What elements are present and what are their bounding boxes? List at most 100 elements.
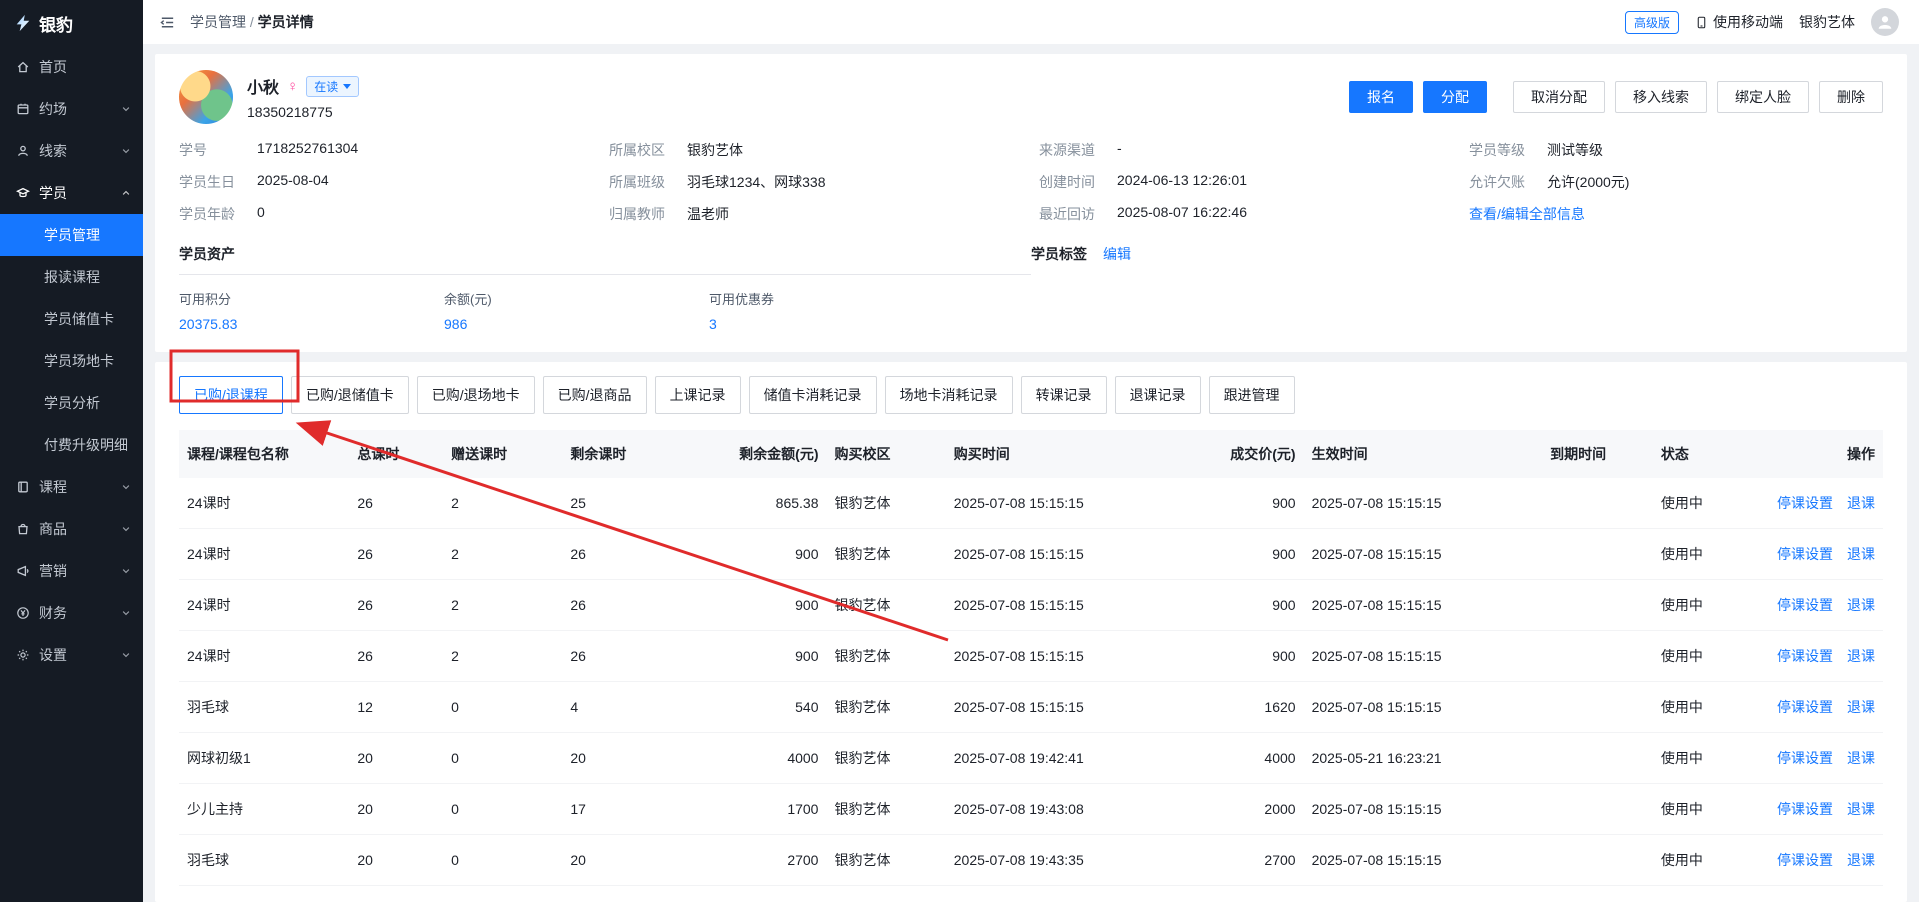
- refund-course-link[interactable]: 退课: [1847, 495, 1875, 511]
- sidebar-item-home[interactable]: 首页: [0, 46, 143, 88]
- tab-class-records[interactable]: 上课记录: [655, 376, 741, 414]
- refund-course-link[interactable]: 退课: [1847, 750, 1875, 766]
- cell-purchase-time: 2025-07-08 15:15:15: [946, 529, 1176, 580]
- cell-price: 2700: [1176, 835, 1304, 886]
- refund-course-link[interactable]: 退课: [1847, 597, 1875, 613]
- breadcrumb: 学员管理 / 学员详情: [190, 12, 314, 32]
- refund-course-link[interactable]: 退课: [1847, 699, 1875, 715]
- view-edit-all-link[interactable]: 查看/编辑全部信息: [1469, 204, 1585, 224]
- sidebar-item-courses[interactable]: 课程: [0, 466, 143, 508]
- tab-products[interactable]: 已购/退商品: [543, 376, 647, 414]
- table-row: 羽毛球 20 0 20 2700 银豹艺体 2025-07-08 19:43:3…: [179, 835, 1883, 886]
- assign-button[interactable]: 分配: [1423, 81, 1487, 113]
- tab-follow-up[interactable]: 跟进管理: [1209, 376, 1295, 414]
- bind-face-button[interactable]: 绑定人脸: [1717, 81, 1809, 113]
- cell-total-hours: 26: [349, 580, 443, 631]
- sidebar-item-marketing[interactable]: 营销: [0, 550, 143, 592]
- col-remaining-amount: 剩余金额(元): [699, 430, 827, 478]
- sidebar-item-label: 财务: [39, 603, 67, 623]
- use-mobile-button[interactable]: 使用移动端: [1695, 12, 1783, 32]
- refund-course-link[interactable]: 退课: [1847, 546, 1875, 562]
- tab-venue-cards[interactable]: 已购/退场地卡: [417, 376, 535, 414]
- delete-button[interactable]: 删除: [1819, 81, 1883, 113]
- records-tabs: 已购/退课程 已购/退储值卡 已购/退场地卡 已购/退商品 上课记录 储值卡消耗…: [179, 376, 1883, 414]
- cell-expire-time: [1542, 835, 1653, 886]
- tab-purchased-courses[interactable]: 已购/退课程: [179, 376, 283, 414]
- sidebar-item-student-venue-card[interactable]: 学员场地卡: [0, 340, 143, 382]
- table-row: 网球初级1 20 0 20 4000 银豹艺体 2025-07-08 19:42…: [179, 733, 1883, 784]
- pause-course-link[interactable]: 停课设置: [1777, 699, 1833, 715]
- female-icon: ♀: [287, 78, 298, 95]
- cell-expire-time: [1542, 631, 1653, 682]
- refund-course-link[interactable]: 退课: [1847, 801, 1875, 817]
- sidebar-item-student-value-card[interactable]: 学员储值卡: [0, 298, 143, 340]
- cell-expire-time: [1542, 682, 1653, 733]
- pause-course-link[interactable]: 停课设置: [1777, 801, 1833, 817]
- cell-purchase-time: 2025-07-08 15:15:15: [946, 580, 1176, 631]
- col-expire-time: 到期时间: [1542, 430, 1653, 478]
- cell-expire-time: [1542, 784, 1653, 835]
- cell-remaining-amount: 900: [699, 529, 827, 580]
- account-name[interactable]: 银豹艺体: [1799, 12, 1855, 32]
- edit-tags-link[interactable]: 编辑: [1103, 244, 1131, 264]
- cell-status: 使用中: [1653, 835, 1764, 886]
- main-area: 学员管理 / 学员详情 高级版 使用移动端 银豹艺体: [143, 0, 1919, 902]
- cell-status: 使用中: [1653, 580, 1764, 631]
- cell-remaining-amount: 2700: [699, 835, 827, 886]
- cancel-assign-button[interactable]: 取消分配: [1513, 81, 1605, 113]
- cell-effective-time: 2025-05-21 16:23:21: [1304, 733, 1543, 784]
- cell-remaining-hours: 20: [562, 733, 698, 784]
- refund-course-link[interactable]: 退课: [1847, 648, 1875, 664]
- study-status-dropdown[interactable]: 在读: [306, 76, 359, 97]
- breadcrumb-separator: /: [250, 14, 254, 30]
- collapse-menu-icon[interactable]: [159, 14, 176, 31]
- move-to-leads-button[interactable]: 移入线索: [1615, 81, 1707, 113]
- pause-course-link[interactable]: 停课设置: [1777, 597, 1833, 613]
- sidebar-item-leads[interactable]: 线索: [0, 130, 143, 172]
- sidebar-item-student-management[interactable]: 学员管理: [0, 214, 143, 256]
- cell-expire-time: [1542, 886, 1653, 902]
- table-row: 24课时 26 2 26 900 银豹艺体 2025-07-08 15:15:1…: [179, 580, 1883, 631]
- sidebar-item-products[interactable]: 商品: [0, 508, 143, 550]
- tags-title: 学员标签: [1031, 244, 1087, 264]
- cell-total-hours: 20: [349, 784, 443, 835]
- account-avatar[interactable]: [1871, 8, 1899, 36]
- brand-name: 银豹: [39, 11, 73, 36]
- cell-expire-time: [1542, 580, 1653, 631]
- breadcrumb-parent[interactable]: 学员管理: [190, 14, 246, 30]
- pause-course-link[interactable]: 停课设置: [1777, 852, 1833, 868]
- cell-status: 未生效: [1653, 886, 1764, 902]
- refund-course-link[interactable]: 退课: [1847, 852, 1875, 868]
- pause-course-link[interactable]: 停课设置: [1777, 648, 1833, 664]
- table-row: 24课时 26 2 25 865.38 银豹艺体 2025-07-08 15:1…: [179, 478, 1883, 529]
- sidebar-item-student-analysis[interactable]: 学员分析: [0, 382, 143, 424]
- pause-course-link[interactable]: 停课设置: [1777, 750, 1833, 766]
- pause-course-link[interactable]: 停课设置: [1777, 495, 1833, 511]
- cell-effective-time: 2025-07-08 15:15:15: [1304, 478, 1543, 529]
- enroll-button[interactable]: 报名: [1349, 81, 1413, 113]
- tab-value-cards[interactable]: 已购/退储值卡: [291, 376, 409, 414]
- sidebar-item-paid-upgrade-detail[interactable]: 付费升级明细: [0, 424, 143, 466]
- sidebar-item-enrolled-courses[interactable]: 报读课程: [0, 256, 143, 298]
- pause-course-link[interactable]: 停课设置: [1777, 546, 1833, 562]
- sidebar-item-label: 线索: [39, 141, 67, 161]
- tab-value-card-usage[interactable]: 储值卡消耗记录: [749, 376, 877, 414]
- student-tags-section: 学员标签 编辑: [1031, 244, 1883, 332]
- tab-transfer-records[interactable]: 转课记录: [1021, 376, 1107, 414]
- sidebar-item-students[interactable]: 学员: [0, 172, 143, 214]
- sidebar-item-finance[interactable]: 财务: [0, 592, 143, 634]
- student-level: 测试等级: [1547, 140, 1603, 160]
- cell-purchase-time: 2025-07-08 19:43:35: [946, 835, 1176, 886]
- tab-venue-card-usage[interactable]: 场地卡消耗记录: [885, 376, 1013, 414]
- cell-campus: 银豹艺体: [826, 580, 945, 631]
- book-icon: [16, 480, 30, 494]
- records-card: 已购/退课程 已购/退储值卡 已购/退场地卡 已购/退商品 上课记录 储值卡消耗…: [155, 362, 1907, 902]
- content: 小秋 ♀ 在读 18350218775 报名 分配 取消分配: [143, 44, 1919, 902]
- student-teacher: 温老师: [687, 204, 729, 224]
- sidebar-item-settings[interactable]: 设置: [0, 634, 143, 676]
- cell-purchase-time: 2025-07-22 17:31:24: [946, 886, 1176, 902]
- student-fields: 学号1718252761304 学员生日2025-08-04 学员年龄0 所属校…: [179, 140, 1883, 224]
- sidebar-item-booking[interactable]: 约场: [0, 88, 143, 130]
- tab-refund-records[interactable]: 退课记录: [1115, 376, 1201, 414]
- assets-title: 学员资产: [179, 244, 1031, 275]
